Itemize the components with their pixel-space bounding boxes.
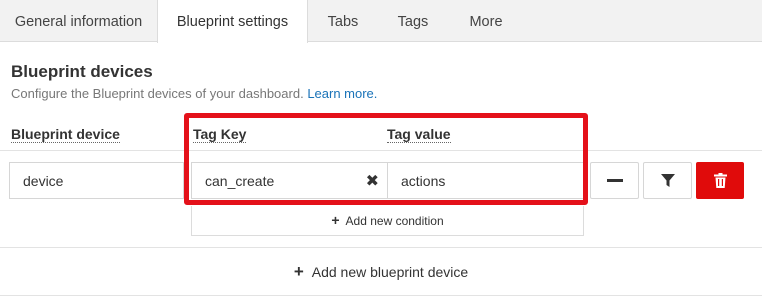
add-condition-label: Add new condition (345, 214, 444, 228)
tab-blueprint-settings[interactable]: Blueprint settings (157, 0, 308, 43)
clear-icon[interactable]: ✖ (366, 163, 379, 200)
tag-key-select[interactable]: can_create ✖ (191, 162, 388, 199)
section-description: Configure the Blueprint devices of your … (11, 86, 377, 101)
tab-tabs[interactable]: Tabs (308, 0, 378, 42)
tag-value-input[interactable]: actions (387, 162, 584, 199)
trash-icon (713, 173, 727, 188)
section-title: Blueprint devices (11, 62, 153, 81)
blueprint-device-input[interactable]: device (9, 162, 184, 199)
add-blueprint-device-button[interactable]: + Add new blueprint device (0, 248, 762, 296)
column-header-tag-key: Tag Key (193, 126, 247, 143)
remove-condition-button[interactable] (590, 162, 639, 199)
header-divider (0, 150, 762, 151)
minus-icon (606, 178, 623, 182)
column-header-tag-value: Tag value (387, 126, 451, 143)
tab-general-information[interactable]: General information (0, 0, 157, 42)
section-description-text: Configure the Blueprint devices of your … (11, 86, 304, 101)
plus-icon: + (331, 212, 340, 228)
plus-icon: + (293, 262, 304, 281)
delete-device-button[interactable] (696, 162, 744, 199)
filter-icon (660, 173, 675, 187)
tag-key-value: can_create (205, 173, 275, 189)
tab-tags[interactable]: Tags (378, 0, 448, 42)
filter-button[interactable] (643, 162, 692, 199)
column-header-blueprint-device: Blueprint device (11, 126, 120, 143)
tab-bar: General information Blueprint settings T… (0, 0, 762, 43)
learn-more-link[interactable]: Learn more. (307, 86, 377, 101)
add-blueprint-device-label: Add new blueprint device (311, 264, 469, 280)
tab-more[interactable]: More (448, 0, 524, 42)
add-condition-button[interactable]: + Add new condition (191, 206, 584, 236)
